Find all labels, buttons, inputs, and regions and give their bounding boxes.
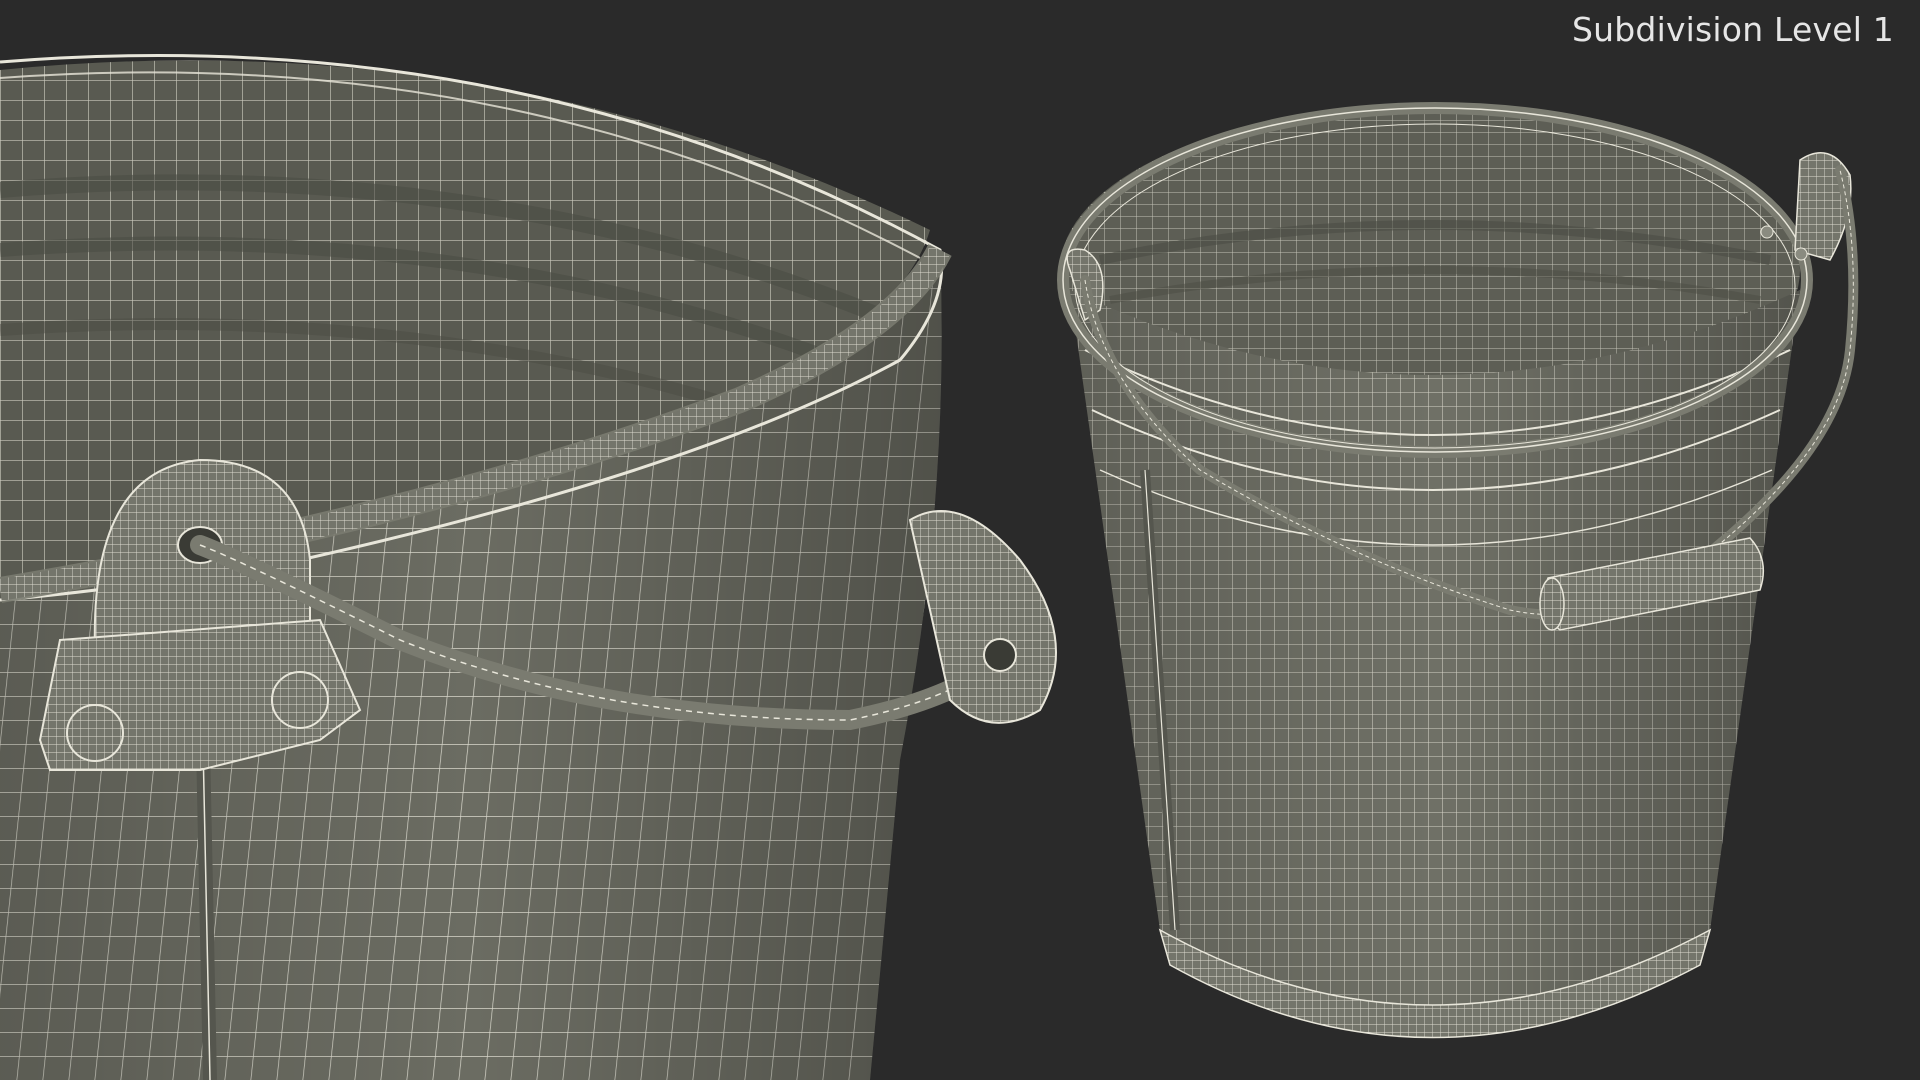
closeup-bucket bbox=[0, 54, 1057, 1080]
render-viewport: Subdivision Level 1 bbox=[0, 0, 1920, 1080]
wireframe-render bbox=[0, 54, 1859, 1080]
subdivision-level-label: Subdivision Level 1 bbox=[1572, 10, 1894, 49]
full-bucket bbox=[1057, 102, 1859, 1039]
